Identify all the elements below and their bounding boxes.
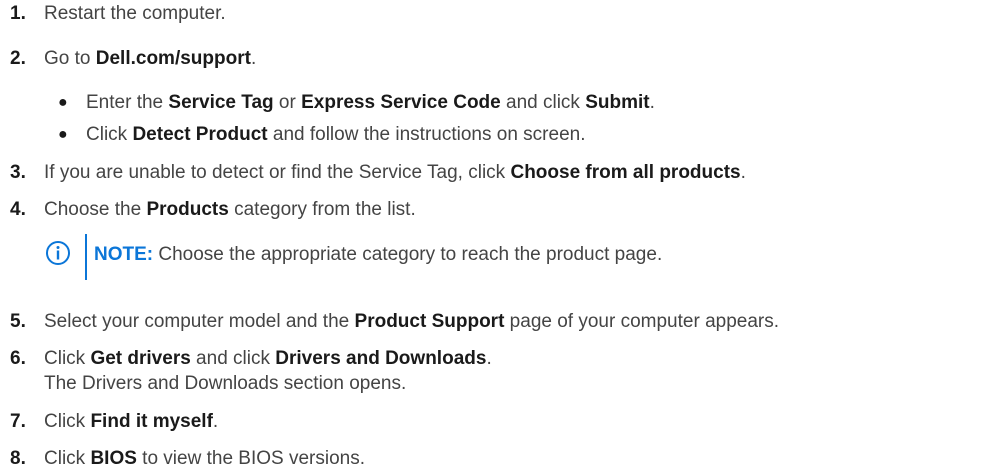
step-text: Click BIOS to view the BIOS versions.	[44, 448, 365, 469]
step-number: 8.	[10, 448, 26, 469]
note-label: NOTE:	[94, 244, 154, 265]
support-site-link: Dell.com/support	[95, 48, 251, 69]
step-number: 5.	[10, 311, 26, 332]
step-text: Restart the computer.	[44, 3, 226, 24]
step-number: 2.	[10, 48, 26, 69]
step-text: If you are unable to detect or find the …	[44, 162, 746, 183]
step-number: 4.	[10, 199, 26, 220]
step-text: Choose the Products category from the li…	[44, 199, 416, 220]
note-divider	[85, 234, 87, 280]
substep-text: Click Detect Product and follow the inst…	[86, 124, 586, 145]
step-text: Click Get drivers and click Drivers and …	[44, 348, 492, 369]
bullet-icon: ●	[58, 126, 68, 143]
step-text: Click Find it myself.	[44, 411, 219, 432]
substep-text: Enter the Service Tag or Express Service…	[86, 92, 655, 113]
step-number: 7.	[10, 411, 26, 432]
step-text: Select your computer model and the Produ…	[44, 311, 780, 332]
step-number: 6.	[10, 348, 26, 369]
info-icon	[46, 241, 70, 265]
note-text: NOTE: Choose the appropriate category to…	[94, 244, 663, 265]
step-number: 3.	[10, 162, 26, 183]
step-number: 1.	[10, 3, 26, 24]
step-result-text: The Drivers and Downloads section opens.	[44, 373, 407, 394]
step-text: Go to Dell.com/support.	[44, 48, 257, 69]
bullet-icon: ●	[58, 94, 68, 111]
